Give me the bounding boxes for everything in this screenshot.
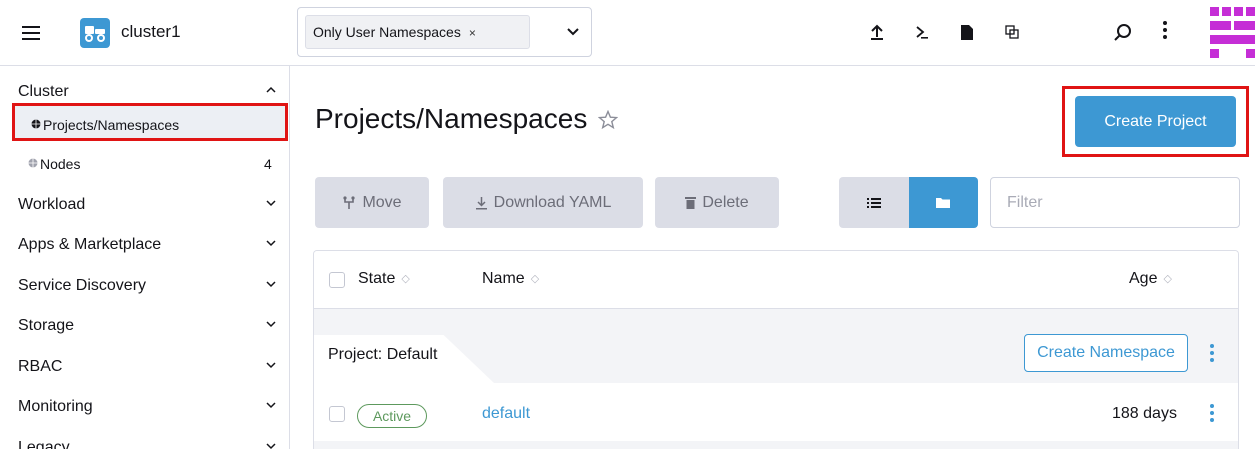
namespace-chip-label: Only User Namespaces: [313, 24, 461, 40]
namespace-age: 188 days: [1112, 405, 1177, 422]
upload-icon[interactable]: [866, 20, 888, 44]
delete-label: Delete: [702, 193, 749, 211]
sort-icon: ◇: [530, 272, 540, 285]
chevron-down-icon: [266, 443, 276, 449]
table-header: State ◇ Name ◇ Age ◇: [314, 251, 1238, 309]
column-label: State: [358, 270, 396, 287]
chevron-up-icon: [266, 86, 276, 93]
namespace-filter-select[interactable]: Only User Namespaces ×: [297, 7, 592, 57]
move-button[interactable]: Move: [315, 177, 429, 228]
terminal-icon[interactable]: [911, 20, 933, 44]
chevron-down-icon: [266, 281, 276, 288]
list-icon: [866, 197, 881, 208]
sort-icon: ◇: [401, 272, 410, 285]
chevron-down-icon: [266, 362, 276, 369]
list-view-button[interactable]: [839, 177, 909, 228]
favorite-star-icon[interactable]: [598, 110, 618, 130]
nodes-count: 4: [264, 156, 272, 172]
sidebar-group-legacy[interactable]: Legacy: [0, 428, 290, 449]
chevron-down-icon: [266, 240, 276, 247]
cluster-name: cluster1: [121, 22, 181, 41]
project-group-label: Project: Default: [328, 346, 438, 363]
sidebar: Cluster Projects/Namespaces Nodes 4 Work…: [0, 66, 290, 449]
chevron-down-icon: [266, 402, 276, 409]
folder-icon: [936, 198, 951, 208]
sidebar-group-label: RBAC: [18, 358, 63, 375]
namespaces-table: State ◇ Name ◇ Age ◇ Project: Default Cr…: [313, 250, 1239, 449]
chip-remove-icon[interactable]: ×: [469, 26, 476, 40]
move-label: Move: [362, 193, 402, 211]
namespace-link[interactable]: default: [482, 405, 530, 423]
copy-config-icon[interactable]: [1001, 20, 1023, 44]
sidebar-group-label: Service Discovery: [18, 277, 147, 294]
globe-icon: [31, 119, 41, 129]
sidebar-group-workload[interactable]: Workload: [0, 185, 290, 225]
search-icon[interactable]: [1112, 20, 1134, 44]
cluster-logo-icon: [80, 18, 110, 48]
status-badge: Active: [357, 404, 427, 428]
row-checkbox[interactable]: [329, 406, 345, 422]
view-mode-toggle: [839, 177, 978, 228]
sidebar-group-label: Legacy: [18, 439, 70, 449]
sidebar-group-label: Storage: [18, 317, 75, 334]
more-icon[interactable]: [1160, 19, 1170, 45]
delete-button[interactable]: Delete: [655, 177, 779, 228]
sidebar-group-label: Workload: [18, 196, 86, 213]
select-all-checkbox[interactable]: [329, 272, 345, 288]
column-header-name[interactable]: Name ◇: [482, 270, 539, 288]
group-by-project-button[interactable]: [908, 177, 978, 228]
user-avatar-icon[interactable]: [1210, 7, 1255, 59]
namespace-chip: Only User Namespaces ×: [305, 15, 530, 49]
create-project-button[interactable]: Create Project: [1075, 96, 1236, 147]
column-header-state[interactable]: State ◇: [358, 270, 410, 288]
download-yaml-button[interactable]: Download YAML: [443, 177, 643, 228]
create-namespace-button[interactable]: Create Namespace: [1024, 334, 1188, 372]
column-label: Age: [1129, 270, 1158, 287]
sidebar-group-monitoring[interactable]: Monitoring: [0, 387, 290, 427]
top-header: cluster1 Only User Namespaces ×: [0, 0, 1255, 66]
column-label: Name: [482, 270, 525, 287]
file-icon[interactable]: [956, 20, 978, 44]
sidebar-item-projects-namespaces[interactable]: Projects/Namespaces: [12, 103, 288, 141]
sidebar-group-service-discovery[interactable]: Service Discovery: [0, 266, 290, 306]
column-header-age[interactable]: Age ◇: [1129, 270, 1172, 288]
sidebar-group-label: Cluster: [18, 83, 69, 100]
sidebar-item-label: Nodes: [40, 156, 81, 172]
sort-icon: ◇: [1163, 272, 1172, 285]
download-yaml-label: Download YAML: [493, 193, 612, 211]
trash-icon: [685, 197, 697, 209]
row-actions-icon[interactable]: [1209, 403, 1215, 425]
download-icon: [475, 196, 487, 209]
globe-icon: [28, 158, 38, 168]
page-title: Projects/Namespaces: [315, 103, 588, 134]
row-divider: [314, 441, 1238, 449]
move-icon: [343, 195, 356, 209]
project-actions-icon[interactable]: [1209, 343, 1215, 365]
sidebar-group-label: Monitoring: [18, 398, 93, 415]
chevron-down-icon[interactable]: [566, 24, 580, 38]
sidebar-item-nodes[interactable]: Nodes 4: [12, 145, 288, 183]
filter-input[interactable]: [990, 177, 1240, 228]
sidebar-group-storage[interactable]: Storage: [0, 306, 290, 346]
sidebar-group-apps-marketplace[interactable]: Apps & Marketplace: [0, 225, 290, 265]
sidebar-group-label: Apps & Marketplace: [18, 236, 162, 253]
sidebar-group-rbac[interactable]: RBAC: [0, 347, 290, 387]
chevron-down-icon: [266, 200, 276, 207]
chevron-down-icon: [266, 321, 276, 328]
menu-icon[interactable]: [22, 26, 40, 40]
table-row: [314, 383, 1238, 441]
sidebar-item-label: Projects/Namespaces: [43, 117, 180, 133]
